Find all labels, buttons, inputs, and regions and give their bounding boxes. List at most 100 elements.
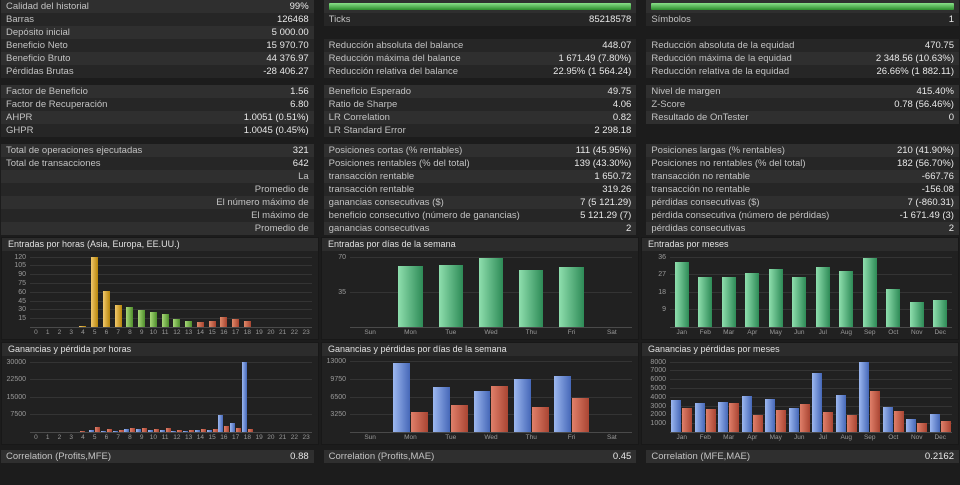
stat-cell: Símbolos 1 bbox=[646, 13, 959, 26]
stat-value: 0.78 (56.46%) bbox=[894, 99, 954, 110]
bottom-strip bbox=[0, 463, 960, 485]
stats-gap bbox=[1, 137, 959, 144]
chart-title-entries-hours: Entradas por horas (Asia, Europa, EE.UU.… bbox=[2, 238, 318, 251]
x-axis-label: 22 bbox=[290, 329, 298, 336]
bar-slot bbox=[65, 359, 77, 432]
y-axis-label: 4000 bbox=[650, 393, 666, 401]
stat-cell: Barras 126468 bbox=[1, 13, 314, 26]
bar bbox=[765, 398, 776, 432]
bar-slot bbox=[206, 359, 218, 432]
bar-slot bbox=[30, 254, 42, 327]
stat-label: Factor de Beneficio bbox=[6, 86, 88, 97]
x-axis-label: Oct bbox=[888, 329, 899, 336]
bar-slot bbox=[42, 359, 54, 432]
x-axis-label: Wed bbox=[484, 329, 498, 336]
bar-slot bbox=[124, 254, 136, 327]
y-axis-label: 105 bbox=[14, 262, 26, 270]
stat-value: 0.82 bbox=[612, 112, 632, 123]
bar bbox=[194, 430, 200, 432]
bar bbox=[393, 363, 410, 432]
bar-slot bbox=[136, 359, 148, 432]
correlation-profits-mae: Correlation (Profits,MAE) 0.45 bbox=[323, 450, 637, 463]
stat-row: Factor de Beneficio 1.56 Beneficio Esperad… bbox=[1, 85, 959, 98]
bar-slot bbox=[390, 359, 430, 432]
chart-panel-2: Entradas por meses 9 18 27 36 Jan Feb Mar Apr M… bbox=[641, 237, 959, 340]
y-axis-label: 18 bbox=[658, 289, 666, 297]
bar bbox=[745, 273, 760, 327]
bar bbox=[917, 423, 928, 432]
y-axis-label: 36 bbox=[658, 254, 666, 262]
bar bbox=[171, 430, 177, 432]
stat-cell: Posiciones largas (% rentables) 210 (41.9… bbox=[646, 144, 959, 157]
bar-slot bbox=[147, 359, 160, 432]
stat-cell: pérdidas consecutivas ($) 7 (-860.31) bbox=[646, 196, 959, 209]
chart-bars bbox=[30, 254, 312, 328]
x-axis-label: Feb bbox=[699, 434, 711, 441]
bar-slot bbox=[171, 254, 183, 327]
x-axis-label: Fri bbox=[567, 329, 576, 336]
correlation-label: Correlation (Profits,MFE) bbox=[6, 451, 112, 462]
bar-slot bbox=[265, 254, 277, 327]
bar bbox=[893, 411, 904, 432]
y-axis-label: 3000 bbox=[650, 402, 666, 410]
stat-value: -156.08 bbox=[921, 184, 954, 195]
stat-cell: AHPR 1.0051 (0.51%) bbox=[1, 111, 314, 124]
x-axis-label: May bbox=[769, 434, 782, 441]
stat-label: pérdidas consecutivas ($) bbox=[651, 197, 760, 208]
stat-cell bbox=[646, 124, 959, 137]
stat-cell: beneficio consecutivo (número de gananci… bbox=[323, 209, 637, 222]
bar-slot bbox=[265, 359, 277, 432]
report-root: Calidad del historial 99% Barras 126468 Tick… bbox=[0, 0, 960, 485]
x-axis-label: 20 bbox=[267, 434, 275, 441]
bar-slot bbox=[670, 254, 694, 327]
stat-value: 448.07 bbox=[602, 40, 632, 51]
x-axis-label: 7 bbox=[116, 434, 120, 441]
y-axis-label: 6000 bbox=[650, 376, 666, 384]
bar bbox=[142, 427, 148, 432]
stat-cell bbox=[646, 26, 959, 39]
bar bbox=[788, 407, 799, 432]
stats-table: Calidad del historial 99% Barras 126468 Tick… bbox=[0, 0, 960, 235]
stat-value: 1.56 bbox=[290, 86, 309, 97]
stat-row: La transacción rentable 1 650.72 transacció… bbox=[1, 170, 959, 183]
x-axis-label: 13 bbox=[185, 434, 193, 441]
x-axis-label: 18 bbox=[243, 329, 251, 336]
bar bbox=[859, 362, 870, 432]
y-axis-label: 15000 bbox=[6, 393, 26, 401]
stat-row: Depósito inicial 5 000.00 bbox=[1, 26, 959, 39]
x-axis-label: 16 bbox=[220, 329, 228, 336]
stat-row: Total de operaciones ejecutadas 321 Posici… bbox=[1, 144, 959, 157]
stat-value: 319.26 bbox=[602, 184, 632, 195]
stat-label: Pérdidas Brutas bbox=[6, 66, 74, 77]
stat-label: Total de operaciones ejecutadas bbox=[6, 145, 143, 156]
bar-slot bbox=[670, 359, 694, 432]
stat-label: Barras bbox=[6, 14, 34, 25]
stat-label: ganancias consecutivas ($) bbox=[328, 197, 444, 208]
bar bbox=[118, 429, 124, 432]
bar-slot bbox=[194, 359, 207, 432]
correlation-value: 0.2162 bbox=[924, 451, 954, 462]
bar bbox=[196, 322, 204, 327]
y-axis-label: 1000 bbox=[650, 420, 666, 428]
bar bbox=[206, 429, 212, 432]
y-axis-label: 7000 bbox=[650, 367, 666, 375]
x-axis-label: Sep bbox=[863, 434, 876, 441]
x-axis-label: 5 bbox=[92, 434, 97, 441]
stat-label: transacción no rentable bbox=[651, 184, 751, 195]
x-axis-label: 15 bbox=[208, 434, 216, 441]
bar bbox=[768, 269, 783, 327]
y-axis-label: 5000 bbox=[650, 385, 666, 393]
bar bbox=[212, 429, 218, 432]
bar bbox=[224, 426, 230, 432]
stat-value: 1.0045 (0.45%) bbox=[243, 125, 309, 136]
bar bbox=[161, 314, 169, 327]
stat-value: 85218578 bbox=[589, 14, 632, 25]
bar bbox=[438, 264, 463, 327]
chart-x-axis: Jan Feb Mar Apr May Jun Jul Aug Sep Oct Nov Dec bbox=[646, 328, 952, 338]
x-axis-label: 8 bbox=[128, 329, 132, 336]
bar bbox=[112, 430, 118, 432]
chart-bars bbox=[350, 254, 632, 328]
x-axis-label: 12 bbox=[173, 329, 181, 336]
y-axis-label: 8000 bbox=[650, 358, 666, 366]
stat-cell: pérdida consecutiva (número de pérdidas)… bbox=[646, 209, 959, 222]
